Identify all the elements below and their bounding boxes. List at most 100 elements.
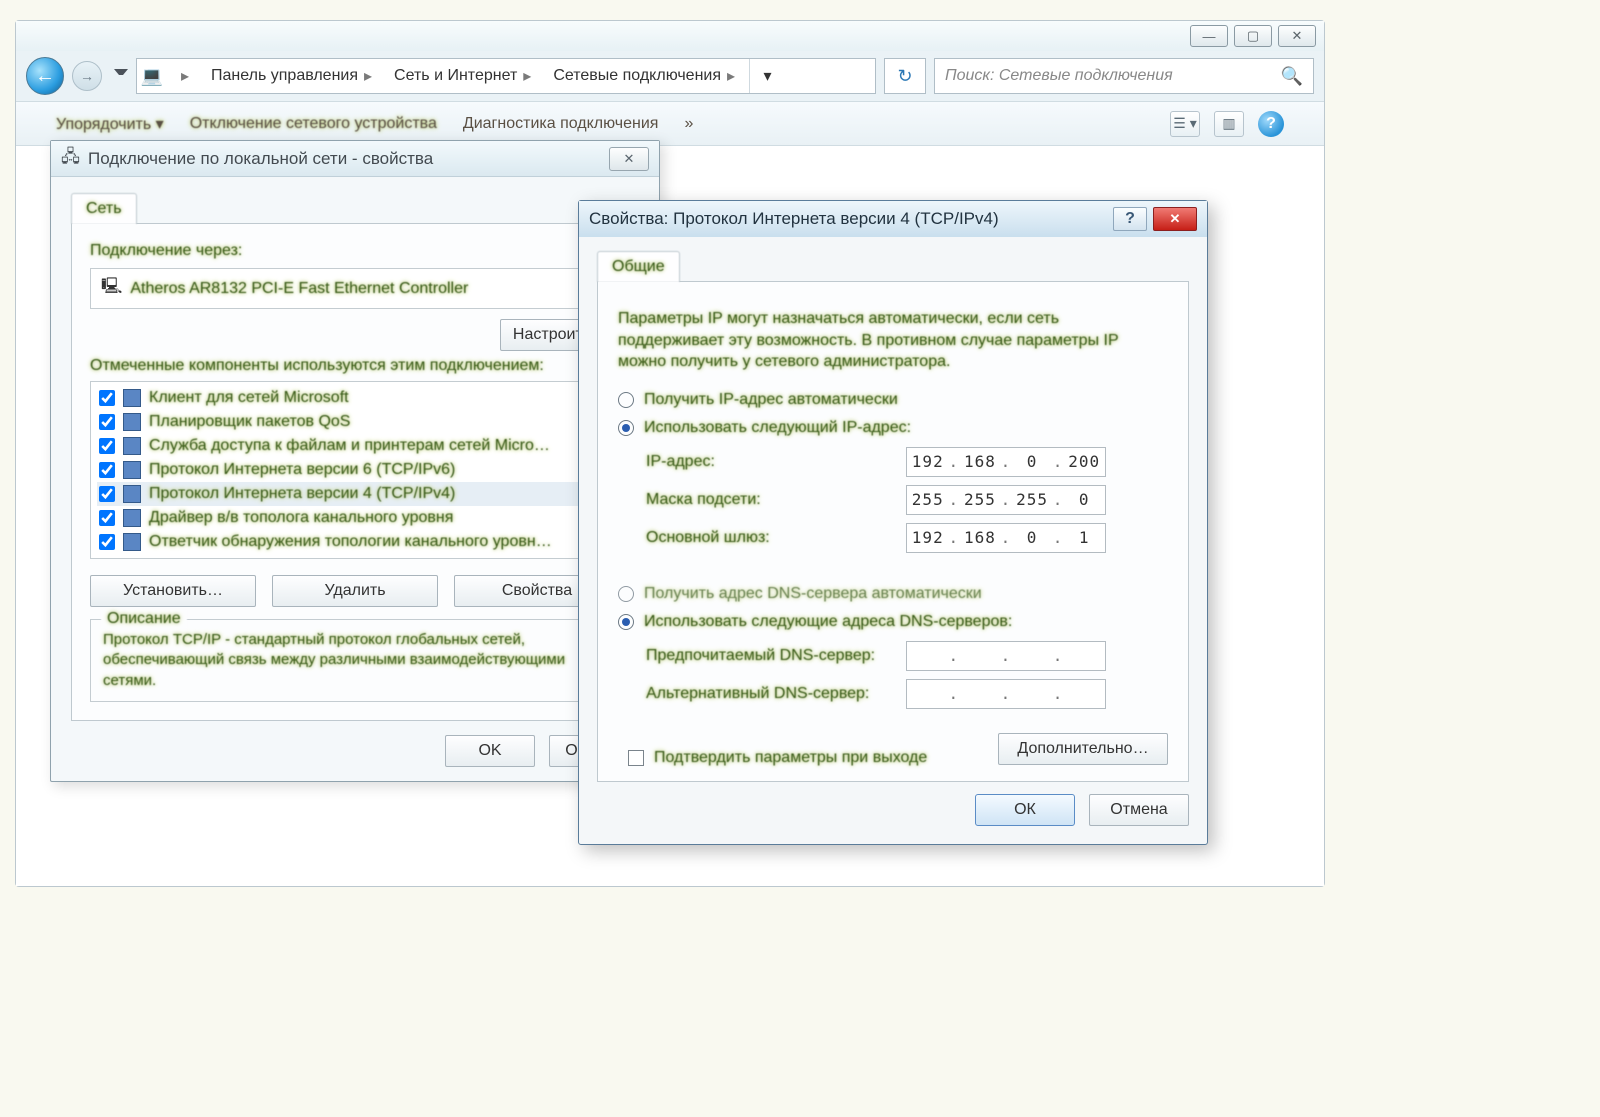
validate-checkbox-row[interactable]: Подтвердить параметры при выходе [628,749,927,767]
nic-icon: 🖳 [101,275,122,302]
component-checkbox[interactable] [99,414,115,430]
dialog-titlebar: Свойства: Протокол Интернета версии 4 (T… [579,201,1207,237]
close-button[interactable]: ✕ [1153,207,1197,231]
manual-ip-label: Использовать следующий IP-адрес: [644,419,911,437]
history-dropdown-icon[interactable] [114,69,128,83]
gateway-label: Основной шлюз: [646,529,906,547]
network-conn-icon: 💻 [137,66,167,87]
component-checkbox[interactable] [99,510,115,526]
component-icon [123,533,141,551]
subnet-mask-label: Маска подсети: [646,491,906,509]
view-options-button[interactable]: ☰ ▾ [1170,111,1200,137]
components-list: Клиент для сетей Microsoft Планировщик п… [90,381,620,559]
install-button[interactable]: Установить… [90,575,256,607]
ip-address-input[interactable]: 192. 168. 0. 200 [906,447,1106,477]
ip-octet: 168 [962,528,998,547]
intro-text: Параметры IP могут назначаться автоматич… [618,308,1168,373]
subnet-mask-input[interactable]: 255. 255. 255. 0 [906,485,1106,515]
ip-octet: 192 [910,452,946,471]
auto-dns-label: Получить адрес DNS-сервера автоматически [644,585,982,603]
component-icon [123,437,141,455]
dialog-footer: OK Отмена [51,721,659,781]
remove-button[interactable]: Удалить [272,575,438,607]
component-checkbox[interactable] [99,534,115,550]
back-button[interactable]: ← [26,57,64,95]
component-checkbox[interactable] [99,390,115,406]
toolbar-more[interactable]: » [684,115,693,133]
list-item[interactable]: Планировщик пакетов QoS [97,410,613,434]
list-item[interactable]: Ответчик обнаружения топологии канальног… [97,530,613,554]
list-item[interactable]: Протокол Интернета версии 4 (TCP/IPv4) [97,482,613,506]
advanced-button[interactable]: Дополнительно… [998,733,1168,765]
connect-using-label: Подключение через: [90,242,620,260]
refresh-button[interactable]: ↻ [884,58,926,94]
tcpip-properties-dialog: Свойства: Протокол Интернета версии 4 (T… [578,200,1208,845]
cancel-button[interactable]: Отмена [1089,794,1189,826]
validate-label: Подтвердить параметры при выходе [654,749,927,767]
search-input[interactable]: Поиск: Сетевые подключения 🔍 [934,58,1314,94]
tab-general[interactable]: Общие [597,251,680,282]
description-text: Протокол TCP/IP - стандартный протокол г… [103,630,607,691]
gateway-input[interactable]: 192. 168. 0. 1 [906,523,1106,553]
component-label: Протокол Интернета версии 6 (TCP/IPv6) [149,461,455,479]
component-checkbox[interactable] [99,486,115,502]
list-item[interactable]: Драйвер в/в тополога канального уровня [97,506,613,530]
component-icon [123,389,141,407]
ok-button[interactable]: OK [445,735,535,767]
search-placeholder: Поиск: Сетевые подключения [945,67,1173,85]
checkbox-icon [628,750,644,766]
component-checkbox[interactable] [99,462,115,478]
addr-dropdown-icon[interactable]: ▾ [749,59,785,93]
minimize-button[interactable]: — [1190,25,1228,47]
list-item[interactable]: Протокол Интернета версии 6 (TCP/IPv6) [97,458,613,482]
help-icon[interactable]: ? [1258,111,1284,137]
ip-octet: 200 [1066,452,1102,471]
ok-button[interactable]: ОК [975,794,1075,826]
auto-ip-option[interactable]: Получить IP-адрес автоматически [618,391,1168,409]
manual-ip-option[interactable]: Использовать следующий IP-адрес: [618,419,1168,437]
ip-octet: 0 [1066,490,1102,509]
component-label: Клиент для сетей Microsoft [149,389,349,407]
ip-octet: 255 [1014,490,1050,509]
breadcrumb-item[interactable]: Панель управления [203,59,386,93]
component-checkbox[interactable] [99,438,115,454]
component-icon [123,485,141,503]
list-item[interactable]: Служба доступа к файлам и принтерам сете… [97,434,613,458]
disable-device-button[interactable]: Отключение сетевого устройства [190,115,437,133]
preview-pane-button[interactable]: ▥ [1214,111,1244,137]
alt-dns-label: Альтернативный DNS-сервер: [646,685,906,703]
list-item[interactable]: Клиент для сетей Microsoft [97,386,613,410]
manual-dns-option[interactable]: Использовать следующие адреса DNS-сервер… [618,613,1168,631]
ip-octet: 0 [1014,528,1050,547]
search-icon: 🔍 [1281,66,1303,87]
tab-network[interactable]: Сеть [71,193,137,224]
adapter-field: 🖳 Atheros AR8132 PCI-E Fast Ethernet Con… [90,268,620,309]
close-button[interactable]: ✕ [1278,25,1316,47]
auto-ip-label: Получить IP-адрес автоматически [644,391,898,409]
breadcrumb-item[interactable]: Сетевые подключения [545,59,749,93]
network-icon: 🖧 [61,144,80,173]
organize-menu[interactable]: Упорядочить ▾ [56,114,164,134]
component-label: Протокол Интернета версии 4 (TCP/IPv4) [149,485,455,503]
forward-button[interactable]: → [72,61,102,91]
general-tab-panel: Параметры IP могут назначаться автоматич… [597,281,1189,782]
preferred-dns-input[interactable]: . . . [906,641,1106,671]
ip-octet: 0 [1014,452,1050,471]
ip-octet: 192 [910,528,946,547]
ip-octet: 1 [1066,528,1102,547]
explorer-titlebar: — ▢ ✕ [16,21,1324,51]
alt-dns-input[interactable]: . . . [906,679,1106,709]
close-button[interactable]: ✕ [609,147,649,171]
maximize-button[interactable]: ▢ [1234,25,1272,47]
address-bar[interactable]: 💻 Панель управления Сеть и Интернет Сете… [136,58,876,94]
radio-selected-icon [618,420,634,436]
radio-icon [618,392,634,408]
description-legend: Описание [101,610,187,628]
component-icon [123,461,141,479]
adapter-name: Atheros AR8132 PCI-E Fast Ethernet Contr… [130,280,468,298]
diagnose-button[interactable]: Диагностика подключения [463,115,659,133]
help-button[interactable]: ? [1113,207,1147,231]
ip-octet: 168 [962,452,998,471]
breadcrumb-root[interactable] [167,59,203,93]
breadcrumb-item[interactable]: Сеть и Интернет [386,59,545,93]
